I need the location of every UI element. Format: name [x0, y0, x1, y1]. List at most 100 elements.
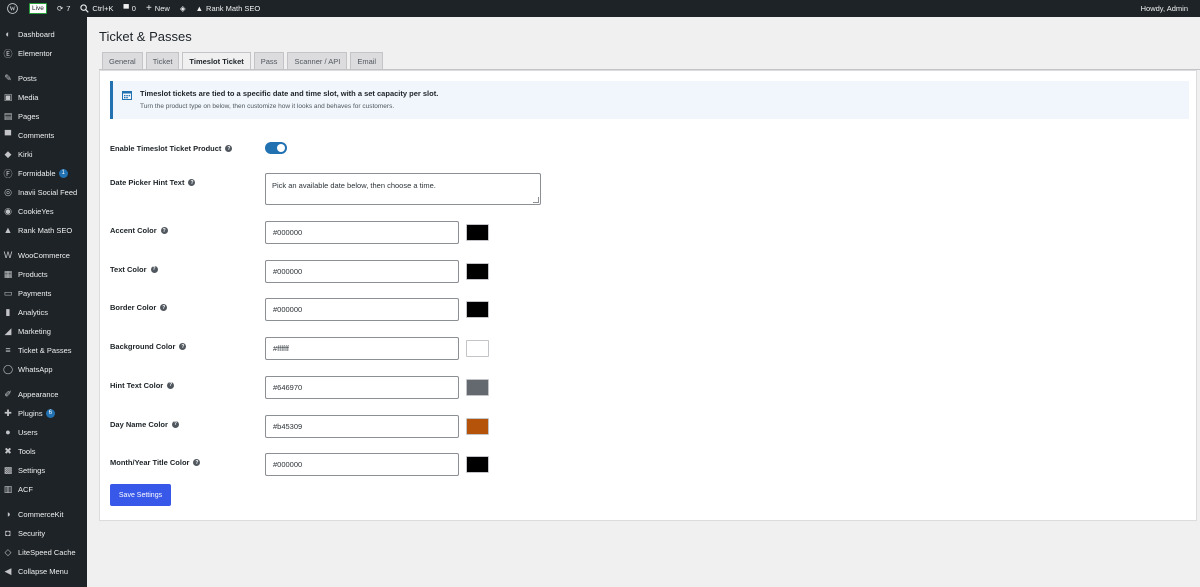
help-icon[interactable]: ?: [167, 381, 175, 389]
sidebar-item-appearance[interactable]: ✐ Appearance: [0, 385, 87, 403]
sidebar-item-label: LiteSpeed Cache: [18, 547, 76, 557]
sidebar-item-litespeed-cache[interactable]: ◇ LiteSpeed Cache: [0, 543, 87, 561]
help-icon[interactable]: ?: [188, 179, 196, 186]
sidebar-item-cookieyes[interactable]: ◉ CookieYes: [0, 202, 87, 220]
diamond-icon: ◈: [179, 4, 186, 13]
sidebar-item-inavii-social-feed[interactable]: ◎ Inavii Social Feed: [0, 183, 87, 201]
sidebar-item-products[interactable]: ▦ Products: [0, 265, 87, 283]
media-icon: ▣: [3, 91, 13, 102]
tab-pass[interactable]: Pass: [253, 52, 285, 70]
sidebar-item-whatsapp[interactable]: ◯ WhatsApp: [0, 360, 87, 378]
date-picker-hint-label-text: Date Picker Hint Text: [110, 178, 185, 187]
diamond-item[interactable]: ◈: [175, 0, 191, 17]
sidebar-item-comments[interactable]: ▀ Comments: [0, 126, 87, 144]
main-content: Ticket & Passes General Ticket Timeslot Ti…: [87, 17, 1200, 587]
sidebar-item-plugins[interactable]: ✚ Plugins 6: [0, 404, 87, 422]
border-color-input[interactable]: #000000: [265, 298, 459, 322]
sidebar-item-label: WooCommerce: [18, 250, 70, 260]
litespeed-icon: ◇: [4, 546, 12, 557]
tab-scanner-api[interactable]: Scanner / API: [287, 52, 348, 70]
day-name-color-value: #b45309: [273, 421, 303, 431]
sidebar-item-media[interactable]: ▣ Media: [0, 88, 87, 106]
sidebar-item-label: Pages: [18, 111, 40, 121]
sidebar-item-commercekit[interactable]: ◑ CommerceKit: [0, 505, 87, 523]
updates-item[interactable]: ⟳ 7: [52, 0, 75, 17]
accent-color-input[interactable]: #000000: [265, 221, 459, 244]
sidebar-item-collapse-menu[interactable]: ◀ Collapse Menu: [0, 562, 87, 580]
command-search-item[interactable]: Ctrl+K: [75, 0, 118, 17]
dashboard-icon: ◐: [5, 29, 11, 39]
rank-math-item[interactable]: ▲ Rank Math SEO: [191, 0, 266, 17]
tab-general[interactable]: General: [102, 52, 143, 70]
sidebar-item-label: Users: [18, 427, 38, 437]
background-color-swatch[interactable]: [466, 340, 489, 358]
sidebar-item-analytics[interactable]: ▮ Analytics: [0, 303, 87, 321]
sidebar-item-marketing[interactable]: ◢ Marketing: [0, 322, 87, 340]
text-color-input[interactable]: #000000: [265, 259, 459, 283]
sidebar-item-tools[interactable]: ✖ Tools: [0, 442, 87, 460]
sidebar-item-label: Appearance: [18, 389, 59, 399]
hint-text-color-swatch[interactable]: [466, 378, 489, 396]
sidebar-item-payments[interactable]: ▭ Payments: [0, 284, 87, 302]
products-icon: ▦: [3, 268, 13, 279]
wordpress-logo-icon[interactable]: W: [0, 0, 24, 17]
border-color-label: Border Color?: [110, 303, 168, 313]
help-icon[interactable]: ?: [171, 420, 179, 428]
new-content-item[interactable]: + New: [141, 0, 175, 17]
help-icon[interactable]: ?: [160, 304, 168, 312]
help-icon[interactable]: ?: [179, 343, 187, 351]
sidebar-item-ticket-passes[interactable]: ≡ Ticket & Passes: [0, 341, 87, 359]
help-icon[interactable]: ?: [160, 227, 168, 234]
sidebar-item-kirki[interactable]: ◆ Kirki: [0, 145, 87, 163]
sidebar-item-dashboard[interactable]: ◐ Dashboard: [0, 25, 87, 43]
text-color-swatch[interactable]: [466, 262, 489, 280]
help-icon[interactable]: ?: [225, 145, 233, 152]
ticket-icon: ≡: [5, 345, 11, 355]
help-icon[interactable]: ?: [150, 265, 158, 273]
sidebar-item-label: Comments: [18, 130, 55, 140]
date-picker-hint-textarea[interactable]: Pick an available date below, then choos…: [265, 173, 541, 205]
day-name-color-swatch[interactable]: [466, 417, 489, 435]
sidebar-item-posts[interactable]: ✎ Posts: [0, 69, 87, 87]
comments-item[interactable]: ▀ 0: [118, 0, 141, 17]
sidebar-item-settings[interactable]: ▩ Settings: [0, 461, 87, 479]
tab-timeslot-ticket[interactable]: Timeslot Ticket: [182, 52, 251, 70]
appearance-icon: ✐: [4, 388, 12, 399]
border-color-swatch[interactable]: [466, 301, 489, 319]
sidebar-item-users[interactable]: ● Users: [0, 423, 87, 441]
save-settings-button[interactable]: Save Settings: [110, 484, 171, 506]
sidebar-item-rank-math-seo[interactable]: ▲ Rank Math SEO: [0, 221, 87, 239]
woocommerce-icon: W: [3, 250, 13, 260]
hint-text-color-input[interactable]: #646970: [265, 375, 459, 399]
new-label: New: [154, 4, 170, 13]
site-live-item[interactable]: Live: [24, 0, 52, 17]
tools-icon: ✖: [4, 445, 12, 456]
comment-icon: ▀: [123, 4, 129, 13]
day-name-color-input[interactable]: #b45309: [265, 414, 459, 438]
sidebar-item-woocommerce[interactable]: W WooCommerce: [0, 246, 87, 264]
sidebar-item-formidable[interactable]: Ⓕ Formidable 1: [0, 164, 87, 182]
sidebar-item-label: Analytics: [18, 307, 49, 317]
live-badge: Live: [29, 3, 47, 14]
sidebar-item-acf[interactable]: ▥ ACF: [0, 480, 87, 498]
border-color-label-text: Border Color: [110, 303, 157, 313]
sidebar-item-label: Rank Math SEO: [18, 225, 73, 235]
tab-email[interactable]: Email: [350, 52, 384, 70]
refresh-icon: ⟳: [56, 4, 64, 13]
collapse-icon: ◀: [4, 565, 12, 576]
sidebar-item-security[interactable]: ◘ Security: [0, 524, 87, 542]
help-icon[interactable]: ?: [193, 459, 201, 467]
tab-ticket[interactable]: Ticket: [145, 52, 180, 70]
sidebar-item-label: Security: [18, 528, 46, 538]
users-icon: ●: [5, 427, 11, 437]
enable-timeslot-toggle[interactable]: [265, 142, 287, 154]
resize-grip-icon[interactable]: [533, 197, 539, 203]
month-year-title-color-input[interactable]: #000000: [265, 453, 459, 477]
sidebar-item-elementor[interactable]: Ⓔ Elementor: [0, 44, 87, 62]
my-account-item[interactable]: Howdy, Admin: [1136, 0, 1200, 17]
accent-color-swatch[interactable]: [466, 224, 489, 241]
sidebar-item-pages[interactable]: ▤ Pages: [0, 107, 87, 125]
plus-icon: +: [145, 3, 152, 14]
month-year-title-color-swatch[interactable]: [466, 456, 489, 474]
background-color-input[interactable]: #ffffff: [265, 337, 459, 361]
